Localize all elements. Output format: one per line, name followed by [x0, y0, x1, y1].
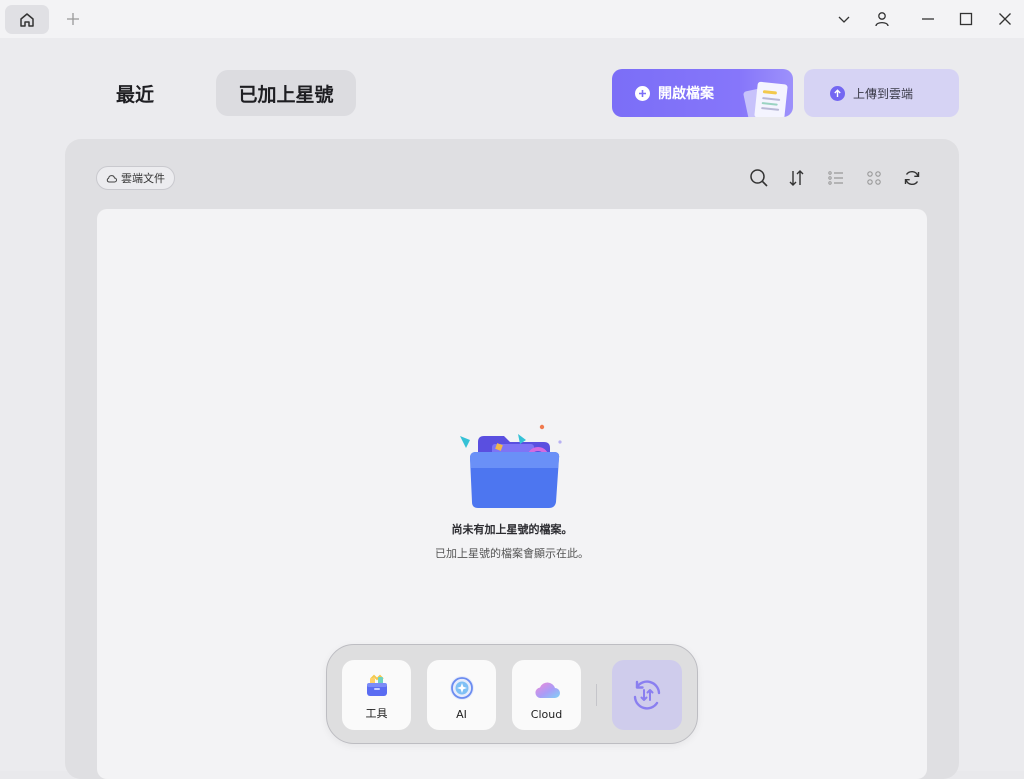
- documents-illustration-icon: [743, 81, 788, 117]
- open-file-button[interactable]: 開啟檔案: [612, 69, 793, 117]
- plus-icon: [67, 13, 79, 25]
- empty-state-title: 尚未有加上星號的檔案。: [451, 523, 573, 536]
- minimize-icon: [922, 18, 934, 20]
- maximize-icon: [959, 12, 973, 26]
- chevron-down-icon: [838, 16, 850, 23]
- sort-button[interactable]: [785, 166, 809, 190]
- upload-cloud-button[interactable]: 上傳到雲端: [804, 69, 959, 117]
- dock-ai-button[interactable]: AI: [427, 660, 496, 730]
- cloud-documents-filter[interactable]: 雲端文件: [96, 166, 175, 190]
- close-icon: [999, 13, 1011, 25]
- tab-recent[interactable]: 最近: [96, 70, 174, 116]
- dock-ai-label: AI: [456, 708, 467, 721]
- toolbox-icon: [366, 674, 387, 696]
- cloud-app-icon: [534, 682, 560, 698]
- dock-sync-button[interactable]: [612, 660, 682, 730]
- refresh-button[interactable]: [900, 166, 924, 190]
- home-icon: [20, 12, 34, 27]
- maximize-button[interactable]: [955, 8, 977, 30]
- dock-cloud-label: Cloud: [530, 708, 563, 721]
- dock-cloud-button[interactable]: Cloud: [512, 660, 581, 730]
- user-icon: [875, 12, 889, 27]
- empty-folder-illustration-icon: [460, 424, 562, 508]
- title-bar: [0, 0, 1024, 38]
- close-button[interactable]: [994, 8, 1016, 30]
- account-button[interactable]: [871, 8, 893, 30]
- cloud-documents-label: 雲端文件: [121, 172, 165, 185]
- app-window: 最近 已加上星號 開啟檔案 上傳到雲端 雲端文件 尚未有加上星號的檔案。 已加上…: [0, 0, 1024, 779]
- grid-view-icon: [867, 171, 881, 185]
- list-view-icon: [828, 171, 843, 185]
- search-button[interactable]: [747, 166, 771, 190]
- minimize-button[interactable]: [917, 8, 939, 30]
- sort-icon: [789, 170, 804, 186]
- dock-tools-button[interactable]: 工具: [342, 660, 411, 730]
- plus-circle-icon: [635, 85, 650, 101]
- empty-state-subtitle: 已加上星號的檔案會顯示在此。: [435, 547, 589, 560]
- list-view-button[interactable]: [824, 166, 848, 190]
- upload-cloud-label: 上傳到雲端: [853, 86, 914, 101]
- cloud-icon: [106, 174, 117, 182]
- home-tab[interactable]: [5, 5, 49, 34]
- grid-view-button[interactable]: [862, 166, 886, 190]
- open-file-label: 開啟檔案: [658, 86, 714, 102]
- new-tab-button[interactable]: [63, 9, 83, 29]
- upload-icon: [830, 85, 845, 101]
- dock-tools-label: 工具: [365, 707, 388, 720]
- sync-history-icon: [633, 680, 661, 710]
- tab-starred[interactable]: 已加上星號: [216, 70, 356, 116]
- search-icon: [750, 169, 768, 187]
- dock-divider: [596, 684, 597, 706]
- ai-orb-icon: [449, 676, 474, 700]
- refresh-icon: [904, 170, 920, 186]
- dropdown-button[interactable]: [833, 8, 855, 30]
